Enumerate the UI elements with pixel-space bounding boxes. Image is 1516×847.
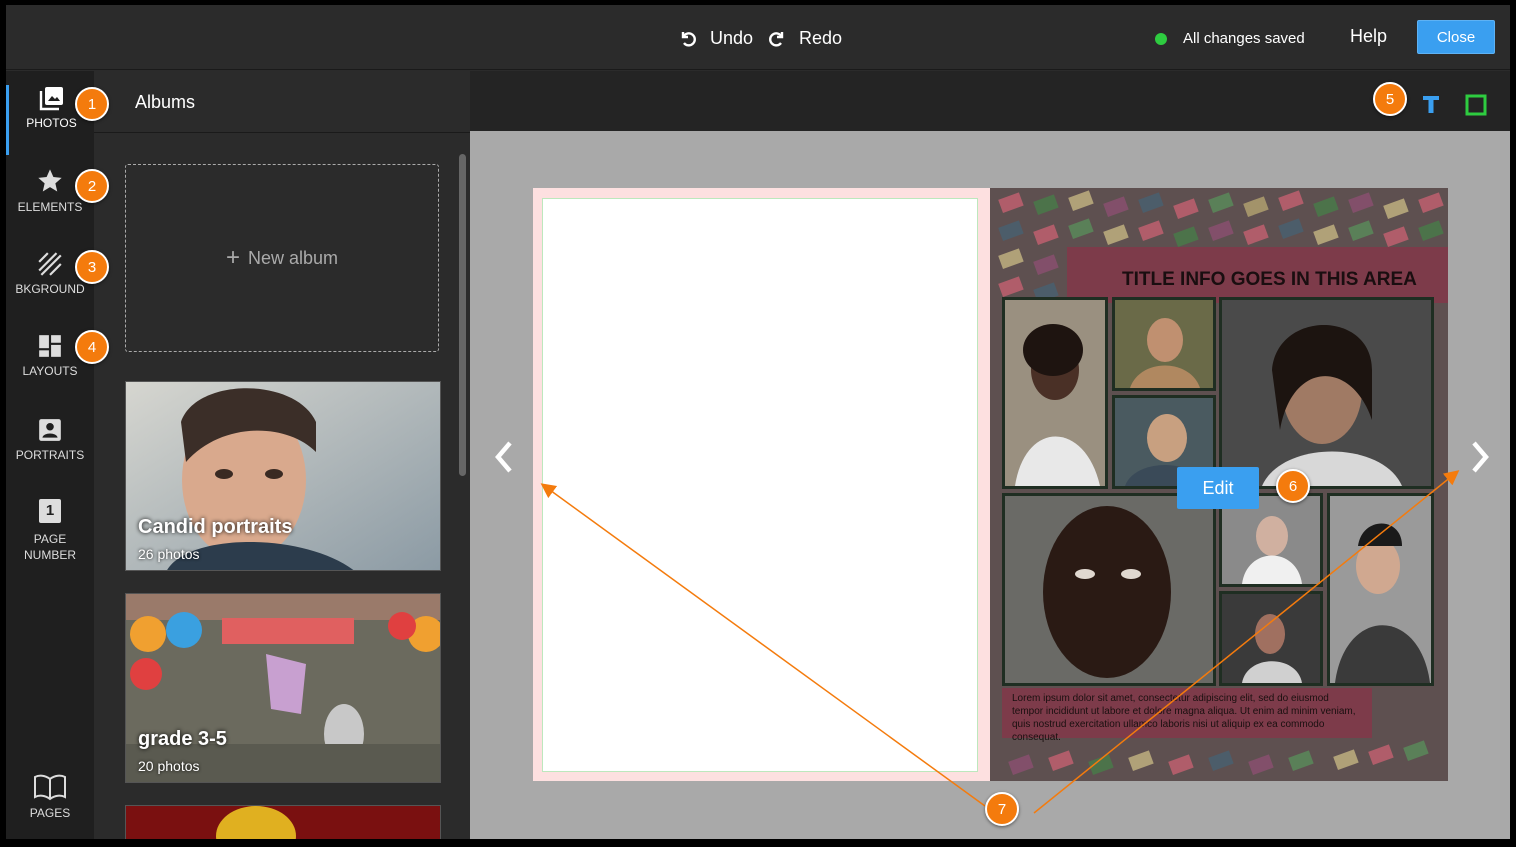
callout-badge: 6	[1276, 469, 1310, 503]
rail-item-portraits[interactable]: PORTRAITS	[6, 417, 94, 463]
star-icon	[38, 169, 62, 192]
portrait-photo	[1005, 496, 1213, 683]
panel-title: Albums	[135, 92, 196, 112]
callout-badge: 1	[75, 87, 109, 121]
page-canvas: TITLE INFO GOES IN THIS AREA Lorem ipsum…	[470, 131, 1510, 839]
redo-label: Redo	[799, 27, 843, 48]
body-text-box[interactable]: Lorem ipsum dolor sit amet, consectetur …	[1002, 688, 1372, 743]
undo-icon	[681, 32, 696, 47]
new-album-label: New album	[247, 247, 339, 268]
photos-icon	[39, 87, 63, 111]
callout-badge: 3	[75, 250, 109, 284]
hatch-pattern-icon	[38, 252, 62, 276]
title-text-box[interactable]: TITLE INFO GOES IN THIS AREA	[1067, 247, 1448, 303]
album-name: Candid portraits	[138, 516, 293, 538]
portrait-photo	[1330, 496, 1431, 683]
rail-label-page: PAGE	[33, 532, 67, 546]
rail-label-pages: PAGES	[29, 806, 71, 820]
album-card[interactable]: Candid portraits 26 photos	[125, 381, 441, 571]
callout-badge: 5	[1373, 82, 1407, 116]
rail-label-number: NUMBER	[23, 548, 76, 562]
rail-label-portraits: PORTRAITS	[15, 448, 85, 462]
albums-panel: Albums + New album Candid portraits 26 p…	[94, 71, 470, 839]
layouts-icon	[39, 335, 61, 357]
portrait-photo	[1222, 496, 1320, 584]
left-page-safe-area	[542, 198, 978, 772]
edit-button[interactable]: Edit	[1177, 467, 1259, 509]
album-count: 26 photos	[138, 546, 200, 562]
photo-frame[interactable]	[1219, 591, 1323, 686]
undo-button[interactable]: Undo	[678, 25, 753, 51]
photo-frame[interactable]	[1002, 297, 1108, 489]
left-page[interactable]	[533, 188, 990, 781]
portrait-photo	[1005, 300, 1105, 486]
previous-page-arrow[interactable]	[492, 439, 516, 475]
saved-status-dot	[1155, 32, 1167, 45]
page-title-text: TITLE INFO GOES IN THIS AREA	[1122, 269, 1417, 290]
albums-panel-header: Albums	[94, 71, 470, 133]
portrait-photo	[1222, 300, 1431, 486]
close-button[interactable]: Close	[1417, 20, 1495, 54]
save-status: All changes saved	[1155, 30, 1305, 47]
plus-icon: +	[225, 244, 240, 271]
undo-label: Undo	[710, 27, 754, 48]
next-page-arrow[interactable]	[1468, 439, 1492, 475]
rail-item-page-number[interactable]: 1 PAGE NUMBER	[6, 499, 94, 563]
rail-label-photos: PHOTOS	[26, 116, 77, 130]
album-card[interactable]	[125, 805, 441, 839]
rail-label-layouts: LAYOUTS	[22, 364, 78, 378]
rail-label-background: BKGROUND	[15, 282, 85, 296]
rail-label-elements: ELEMENTS	[17, 200, 83, 214]
canvas-toolbar	[470, 71, 1510, 131]
album-count: 20 photos	[138, 758, 200, 774]
callout-badge: 4	[75, 330, 109, 364]
callout-badge: 2	[75, 169, 109, 203]
album-cover-portrait-photo	[126, 382, 440, 570]
photo-frame[interactable]	[1219, 297, 1434, 489]
screenshot-frame: Undo Redo All changes saved Help Close P…	[0, 0, 1516, 847]
redo-button[interactable]: Redo	[767, 25, 842, 51]
photo-frame[interactable]	[1327, 493, 1434, 686]
callout-badge: 7	[985, 792, 1019, 826]
portrait-icon	[39, 419, 61, 441]
portrait-photo	[1222, 594, 1320, 683]
yearbook-editor: Undo Redo All changes saved Help Close P…	[6, 5, 1510, 839]
rail-item-pages[interactable]: PAGES	[6, 773, 94, 821]
album-card[interactable]: grade 3-5 20 photos	[125, 593, 441, 783]
text-tool-icon[interactable]	[1421, 94, 1441, 114]
page-number-icon: 1	[39, 499, 61, 523]
top-bar: Undo Redo All changes saved Help Close	[6, 5, 1510, 70]
shape-tool-icon[interactable]	[1465, 94, 1487, 116]
photo-frame[interactable]	[1112, 297, 1216, 391]
album-name: grade 3-5	[138, 728, 227, 750]
photo-frame[interactable]	[1002, 493, 1216, 686]
help-link[interactable]: Help	[1350, 26, 1387, 47]
open-book-icon	[34, 774, 66, 801]
redo-icon	[769, 32, 784, 47]
album-cover-classroom-photo	[126, 594, 440, 782]
new-album-button[interactable]: + New album	[125, 164, 439, 352]
portrait-photo	[1115, 300, 1213, 388]
save-status-text: All changes saved	[1183, 30, 1305, 47]
album-cover-photo	[126, 806, 440, 839]
panel-scrollbar[interactable]	[459, 154, 466, 476]
